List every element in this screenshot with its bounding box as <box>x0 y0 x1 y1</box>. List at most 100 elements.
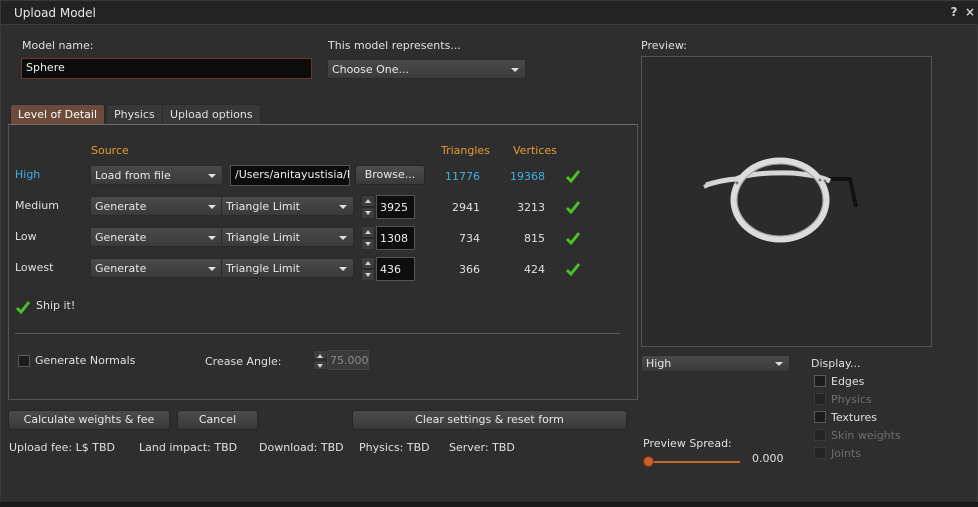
lod-medium-method-value: Triangle Limit <box>226 200 300 213</box>
edges-label: Edges <box>831 375 865 388</box>
triangles-header: Triangles <box>441 144 490 157</box>
lod-medium-vertices: 3213 <box>517 201 545 214</box>
preview-spread-slider[interactable] <box>643 456 654 467</box>
server-cost-text: Server: TBD <box>449 441 515 454</box>
lod-lowest-vertices: 424 <box>524 263 545 276</box>
upload-model-window: Upload Model ? × Model name: Sphere This… <box>0 0 978 507</box>
check-icon <box>565 201 581 215</box>
physics-cost-text: Physics: TBD <box>359 441 430 454</box>
lod-low-source-value: Generate <box>95 231 147 244</box>
preview-lod-value: High <box>646 357 672 370</box>
check-icon <box>565 263 581 277</box>
window-title: Upload Model <box>14 6 96 20</box>
lod-medium-method-dropdown[interactable]: Triangle Limit <box>221 196 354 216</box>
model-name-label: Model name: <box>22 39 94 52</box>
tab-level-of-detail[interactable]: Level of Detail <box>10 104 106 124</box>
preview-spread-label: Preview Spread: <box>643 437 732 450</box>
represents-label: This model represents... <box>328 39 461 52</box>
desktop-background <box>0 502 978 507</box>
lod-low-method-dropdown[interactable]: Triangle Limit <box>221 227 354 247</box>
represents-dropdown[interactable]: Choose One... <box>327 59 526 79</box>
check-icon <box>15 301 31 315</box>
stepper-up-icon[interactable] <box>361 195 375 207</box>
title-bar[interactable]: Upload Model ? × <box>1 1 978 25</box>
lod-high-vertices: 19368 <box>510 170 545 183</box>
glasses-model-preview <box>703 157 858 243</box>
divider <box>15 333 620 334</box>
lod-high-triangles: 11776 <box>445 170 480 183</box>
lod-lowest-method-value: Triangle Limit <box>226 262 300 275</box>
lod-medium-source-value: Generate <box>95 200 147 213</box>
help-icon[interactable]: ? <box>947 5 961 19</box>
crease-angle-label: Crease Angle: <box>205 355 282 368</box>
upload-fee-text: Upload fee: L$ TBD <box>9 441 116 454</box>
joints-checkbox <box>814 447 826 459</box>
ship-it-label: Ship it! <box>36 299 76 312</box>
download-text: Download: TBD <box>259 441 344 454</box>
calculate-weights-button[interactable]: Calculate weights & fee <box>8 410 170 430</box>
edges-checkbox[interactable] <box>814 375 826 387</box>
preview-spread-value: 0.000 <box>752 452 784 465</box>
lod-lowest-limit-stepper[interactable] <box>361 257 375 281</box>
skin-weights-checkbox <box>814 429 826 441</box>
lod-low-triangles: 734 <box>459 232 480 245</box>
close-icon[interactable]: × <box>963 5 977 19</box>
generate-normals-checkbox[interactable] <box>18 355 30 367</box>
lod-medium-source-dropdown[interactable]: Generate <box>90 196 223 216</box>
lod-low-vertices: 815 <box>524 232 545 245</box>
lod-medium-limit-input[interactable]: 3925 <box>376 195 415 219</box>
cancel-button[interactable]: Cancel <box>177 410 258 430</box>
lod-low-limit-stepper[interactable] <box>361 226 375 250</box>
check-icon <box>565 170 581 184</box>
vertices-header: Vertices <box>513 144 557 157</box>
tab-physics[interactable]: Physics <box>106 104 163 124</box>
chevron-down-icon <box>339 267 347 271</box>
stepper-down-icon[interactable] <box>361 238 375 250</box>
lod-low-label: Low <box>15 230 37 243</box>
lod-medium-label: Medium <box>15 199 59 212</box>
lod-high-file-path[interactable]: /Users/anitayustisia/D <box>230 165 350 186</box>
stepper-up-icon[interactable] <box>361 257 375 269</box>
generate-normals-label: Generate Normals <box>35 354 136 367</box>
crease-angle-input: 75.000 <box>327 350 369 370</box>
stepper-down-icon[interactable] <box>361 269 375 281</box>
textures-checkbox[interactable] <box>814 411 826 423</box>
lod-lowest-limit-input[interactable]: 436 <box>376 257 415 281</box>
physics-label: Physics <box>831 393 872 406</box>
stepper-up-icon <box>313 350 327 360</box>
lod-high-source-dropdown[interactable]: Load from file <box>90 165 223 185</box>
chevron-down-icon <box>339 236 347 240</box>
lod-low-limit-input[interactable]: 1308 <box>376 226 415 250</box>
tab-upload-options[interactable]: Upload options <box>162 104 261 124</box>
preview-spread-track[interactable] <box>648 461 740 463</box>
browse-button[interactable]: Browse... <box>355 165 425 185</box>
display-label: Display... <box>811 357 861 370</box>
preview-label: Preview: <box>641 39 687 52</box>
lod-lowest-source-dropdown[interactable]: Generate <box>90 258 223 278</box>
joints-label: Joints <box>831 447 862 460</box>
lod-lowest-source-value: Generate <box>95 262 147 275</box>
chevron-down-icon <box>775 362 783 366</box>
crease-angle-stepper <box>313 350 327 370</box>
lod-lowest-method-dropdown[interactable]: Triangle Limit <box>221 258 354 278</box>
skin-weights-label: Skin weights <box>831 429 901 442</box>
preview-lod-dropdown[interactable]: High <box>641 355 790 372</box>
stepper-down-icon[interactable] <box>361 207 375 219</box>
lod-low-source-dropdown[interactable]: Generate <box>90 227 223 247</box>
lod-high-source-value: Load from file <box>95 169 171 182</box>
lod-lowest-triangles: 366 <box>459 263 480 276</box>
land-impact-text: Land impact: TBD <box>139 441 238 454</box>
source-header: Source <box>91 144 129 157</box>
lod-lowest-label: Lowest <box>15 261 54 274</box>
model-name-input[interactable]: Sphere <box>21 58 312 79</box>
clear-settings-button[interactable]: Clear settings & reset form <box>352 410 627 430</box>
chevron-down-icon <box>208 267 216 271</box>
chevron-down-icon <box>208 236 216 240</box>
preview-viewport[interactable] <box>641 56 932 347</box>
chevron-down-icon <box>339 205 347 209</box>
lod-medium-limit-stepper[interactable] <box>361 195 375 219</box>
check-icon <box>565 232 581 246</box>
textures-label: Textures <box>831 411 877 424</box>
stepper-up-icon[interactable] <box>361 226 375 238</box>
stepper-down-icon <box>313 360 327 370</box>
